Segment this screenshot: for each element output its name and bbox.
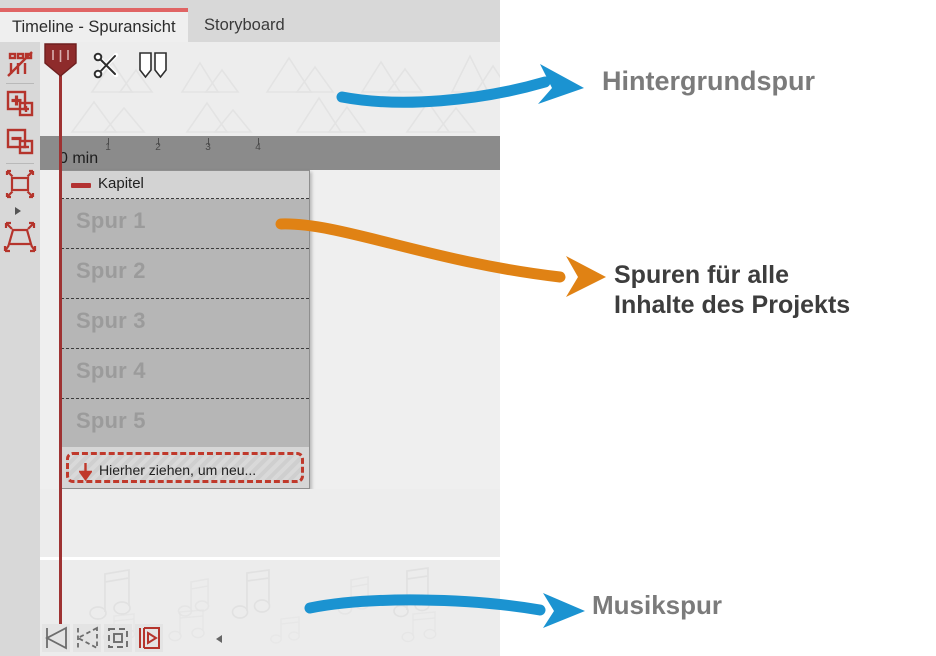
transition-percent-icon[interactable]	[3, 47, 37, 81]
track-row[interactable]: Spur 2	[61, 249, 309, 299]
triangle-right-icon[interactable]	[15, 207, 21, 215]
remove-object-icon[interactable]	[3, 125, 37, 159]
mountain-icon	[405, 100, 477, 133]
expand-icon[interactable]	[3, 220, 37, 254]
track-stack: Kapitel Spur 1 Spur 2 Spur 3 Spur 4 Spur…	[60, 170, 310, 489]
time-ruler[interactable]: 1 2 3 4 0 min	[40, 136, 500, 170]
annotation-label-background-track: Hintergrundspur	[602, 66, 815, 96]
tab-bar: Timeline - Spuransicht Storyboard	[0, 0, 500, 42]
track-row[interactable]: Spur 5	[61, 399, 309, 449]
tab-storyboard-label: Storyboard	[204, 16, 285, 34]
chapter-track-row[interactable]: Kapitel	[61, 171, 309, 199]
tab-storyboard[interactable]: Storyboard	[192, 8, 297, 42]
fit-to-window-icon[interactable]	[104, 624, 132, 652]
add-object-icon[interactable]	[3, 87, 37, 121]
skip-to-start-icon[interactable]	[42, 624, 70, 652]
playhead-line	[59, 72, 62, 628]
mountain-icon	[295, 96, 367, 133]
ruler-zero-label: 0 min	[59, 150, 99, 167]
music-note-icon	[168, 609, 205, 642]
mountain-icon	[70, 100, 146, 133]
split-icon[interactable]	[136, 50, 170, 85]
annotation-label-music-track: Musikspur	[592, 590, 723, 620]
drop-zone-outline: Hierher ziehen, um neu...	[66, 452, 304, 483]
ruler-tick-label: 3	[205, 142, 211, 153]
track-label: Spur 4	[76, 358, 146, 383]
track-row[interactable]: Spur 4	[61, 349, 309, 399]
side-toolbar	[0, 42, 40, 656]
playhead-marker-icon[interactable]	[44, 43, 77, 77]
ruler-tick-label: 1	[105, 142, 111, 153]
chapter-track-label: Kapitel	[98, 175, 144, 192]
track-row[interactable]: Spur 1	[61, 199, 309, 249]
track-row[interactable]: Spur 3	[61, 299, 309, 349]
toolbar-divider-1	[6, 83, 34, 84]
music-note-icon	[231, 569, 271, 619]
toolbar-divider-2	[6, 163, 34, 164]
tab-timeline-spuransicht[interactable]: Timeline - Spuransicht	[0, 8, 188, 42]
timeline-panel: Timeline - Spuransicht Storyboard 1 2 3 …	[0, 0, 500, 656]
mountain-icon	[185, 101, 253, 133]
ruler-tick-label: 2	[155, 142, 161, 153]
track-label: Spur 3	[76, 308, 146, 333]
ruler-tick-label: 4	[255, 142, 261, 153]
music-note-icon	[337, 576, 370, 615]
shrink-icon[interactable]	[3, 167, 37, 201]
annotation-label-tracks: Spuren für alle Inhalte des Projekts	[614, 261, 851, 319]
background-track-tools	[40, 42, 500, 94]
track-label: Spur 2	[76, 258, 146, 283]
timeline-work-area[interactable]	[40, 489, 500, 557]
music-note-icon	[401, 611, 437, 643]
tab-timeline-label: Timeline - Spuransicht	[12, 18, 176, 36]
down-arrow-icon	[79, 463, 92, 481]
music-note-icon	[270, 616, 300, 644]
track-label: Spur 1	[76, 208, 146, 233]
chapter-marker-icon	[71, 183, 91, 188]
scissors-icon[interactable]	[88, 48, 124, 89]
drop-zone-label: Hierher ziehen, um neu...	[99, 462, 257, 478]
triangle-left-icon[interactable]	[216, 635, 222, 643]
track-label: Spur 5	[76, 408, 146, 433]
new-track-drop-zone[interactable]: Hierher ziehen, um neu...	[61, 447, 309, 488]
loop-play-icon[interactable]	[135, 624, 163, 652]
step-back-icon[interactable]	[73, 624, 101, 652]
